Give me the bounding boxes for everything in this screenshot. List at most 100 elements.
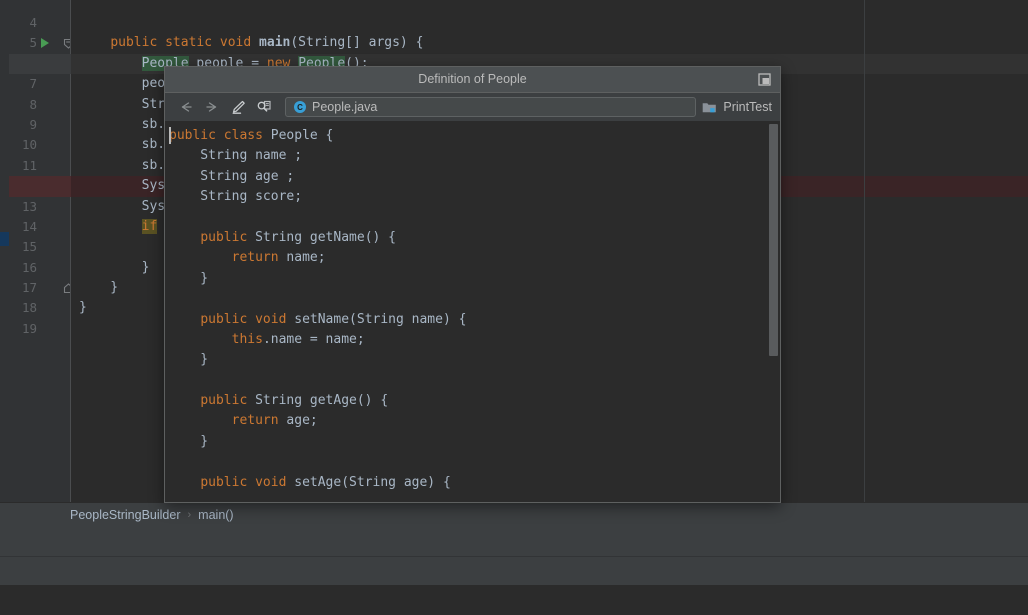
code-token: .name = name; bbox=[263, 332, 365, 347]
popup-code-line[interactable]: return age; bbox=[165, 411, 780, 431]
code-token bbox=[247, 312, 255, 327]
popup-toolbar[interactable]: C People.java PrintTest bbox=[165, 93, 780, 122]
popup-code-line[interactable] bbox=[165, 452, 780, 472]
editor-gutter[interactable]: 45678910111213141516171819 bbox=[9, 0, 71, 502]
gutter-line[interactable] bbox=[9, 0, 71, 13]
code-token bbox=[169, 250, 232, 265]
code-token: if bbox=[142, 219, 158, 234]
code-token: return bbox=[232, 413, 279, 428]
code-token bbox=[79, 158, 142, 173]
code-line[interactable]: public static void main(String[] args) { bbox=[71, 33, 1028, 53]
popup-title-text: Definition of People bbox=[165, 67, 780, 92]
gutter-line[interactable]: 9 bbox=[9, 115, 71, 135]
code-token: String name ; bbox=[169, 148, 302, 163]
gutter-line[interactable]: 18 bbox=[9, 298, 71, 318]
line-number: 15 bbox=[22, 237, 37, 257]
gutter-line[interactable]: 13 bbox=[9, 197, 71, 217]
popup-code-line[interactable]: } bbox=[165, 350, 780, 370]
status-bar-area[interactable] bbox=[0, 585, 1028, 615]
definition-popup[interactable]: Definition of People bbox=[164, 66, 781, 503]
file-name-label: People.java bbox=[312, 100, 377, 114]
popup-title-bar[interactable]: Definition of People bbox=[165, 67, 780, 93]
code-token: String score; bbox=[169, 189, 302, 204]
run-gutter-icon[interactable] bbox=[41, 38, 49, 48]
gutter-line[interactable]: 8 bbox=[9, 95, 71, 115]
code-token: String age ; bbox=[169, 169, 294, 184]
code-token bbox=[79, 178, 142, 193]
gutter-line[interactable]: 19 bbox=[9, 319, 71, 339]
popup-code-line[interactable]: } bbox=[165, 269, 780, 289]
bottom-panel-upper[interactable] bbox=[0, 526, 1028, 557]
code-token: static bbox=[165, 35, 212, 50]
code-token: public bbox=[169, 128, 216, 143]
popup-scrollbar-thumb[interactable] bbox=[769, 124, 778, 356]
code-token: (String[] args) { bbox=[290, 35, 423, 50]
popup-code-line[interactable]: public void setAge(String age) { bbox=[165, 473, 780, 493]
code-token bbox=[247, 475, 255, 490]
code-token: String getAge() { bbox=[247, 393, 388, 408]
gutter-line[interactable]: 15 bbox=[9, 237, 71, 257]
popup-code-line[interactable]: String name ; bbox=[165, 146, 780, 166]
module-chip[interactable]: PrintTest bbox=[696, 100, 780, 114]
breadcrumb-method[interactable]: main() bbox=[198, 508, 233, 522]
popup-code-line[interactable]: public void setName(String name) { bbox=[165, 310, 780, 330]
gutter-line[interactable]: 14 bbox=[9, 217, 71, 237]
popup-scrollbar[interactable] bbox=[767, 122, 780, 503]
gutter-line[interactable]: 7 bbox=[9, 74, 71, 94]
popup-code-line[interactable] bbox=[165, 371, 780, 391]
bottom-panel-lower[interactable] bbox=[0, 557, 1028, 585]
code-token: setName(String name) { bbox=[286, 312, 466, 327]
stripe-mark-bookmark[interactable] bbox=[0, 232, 9, 246]
line-number: 9 bbox=[29, 115, 37, 135]
popup-code-line[interactable]: this.name = name; bbox=[165, 330, 780, 350]
line-number: 17 bbox=[22, 278, 37, 298]
popup-code-line[interactable] bbox=[165, 289, 780, 309]
line-number: 10 bbox=[22, 135, 37, 155]
code-token: String bbox=[247, 230, 310, 245]
popup-code-line[interactable]: String score; bbox=[165, 187, 780, 207]
popup-code-line[interactable]: return name; bbox=[165, 248, 780, 268]
forward-arrow-icon[interactable] bbox=[201, 96, 223, 118]
pencil-edit-icon[interactable] bbox=[227, 96, 249, 118]
left-marker-stripe[interactable] bbox=[0, 0, 9, 502]
gutter-line[interactable]: 17 bbox=[9, 278, 71, 298]
popup-code-line[interactable]: ... bbox=[165, 493, 780, 503]
code-token bbox=[216, 128, 224, 143]
file-path-field[interactable]: C People.java bbox=[285, 97, 696, 117]
code-token: void bbox=[255, 475, 286, 490]
gutter-line[interactable]: 10 bbox=[9, 135, 71, 155]
popup-code-line[interactable]: String age ; bbox=[165, 167, 780, 187]
code-token bbox=[79, 35, 110, 50]
line-number: 7 bbox=[29, 74, 37, 94]
code-token: public bbox=[200, 393, 247, 408]
popup-code-line[interactable]: public String getName() { bbox=[165, 228, 780, 248]
code-token bbox=[169, 230, 200, 245]
gutter-line[interactable]: 5 bbox=[9, 33, 71, 53]
find-usages-icon[interactable] bbox=[253, 96, 275, 118]
breadcrumb-class[interactable]: PeopleStringBuilder bbox=[70, 508, 181, 522]
gutter-line[interactable]: 16 bbox=[9, 258, 71, 278]
popup-code-area[interactable]: public class People { String name ; Stri… bbox=[165, 122, 780, 503]
code-line[interactable] bbox=[71, 13, 1028, 33]
code-token: } bbox=[79, 300, 87, 315]
code-token: void bbox=[220, 35, 251, 50]
code-token bbox=[79, 117, 142, 132]
breadcrumb[interactable]: PeopleStringBuilder › main() bbox=[70, 503, 234, 527]
gutter-line[interactable]: 11 bbox=[9, 156, 71, 176]
back-arrow-icon[interactable] bbox=[175, 96, 197, 118]
popup-code-line[interactable]: public String getAge() { bbox=[165, 391, 780, 411]
right-margin-guide bbox=[864, 0, 865, 502]
line-number: 18 bbox=[22, 298, 37, 318]
code-token: People { bbox=[263, 128, 333, 143]
module-folder-icon bbox=[702, 101, 717, 114]
code-line[interactable] bbox=[71, 0, 1028, 13]
java-class-icon: C bbox=[294, 101, 306, 113]
popup-code-line[interactable]: } bbox=[165, 432, 780, 452]
popup-code-line[interactable] bbox=[165, 208, 780, 228]
popup-code-line[interactable]: public class People { bbox=[165, 126, 780, 146]
line-number: 13 bbox=[22, 197, 37, 217]
gutter-line[interactable]: 4 bbox=[9, 13, 71, 33]
restore-window-icon[interactable] bbox=[757, 72, 772, 87]
ide-window: 45678910111213141516171819 public static… bbox=[0, 0, 1028, 615]
code-token: ... bbox=[169, 495, 255, 503]
